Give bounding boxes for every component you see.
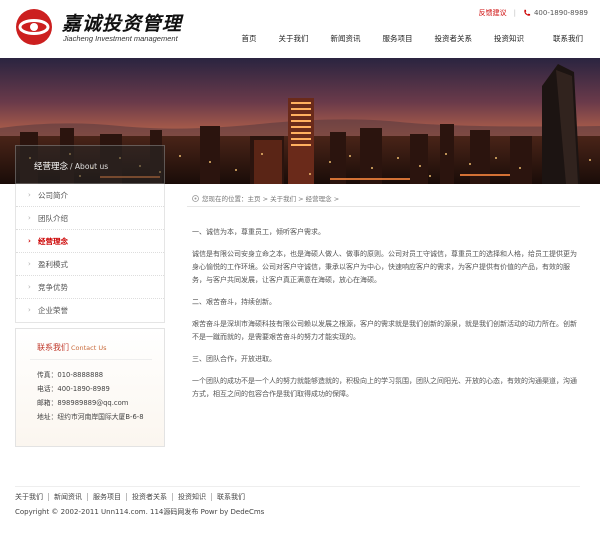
nav-investment-knowledge[interactable]: 投资知识: [483, 33, 535, 44]
sidebar-title-cn: 经营理念: [34, 162, 69, 172]
sidebar-title: 经营理念 / About us: [34, 160, 108, 172]
article-paragraph-2: 艰苦奋斗是深圳市海硕科技有限公司赖以发展之根源，客户的需求就是我们创新的源泉，就…: [192, 320, 577, 341]
nav-services[interactable]: 服务项目: [372, 33, 424, 44]
sidebar-title-en: / About us: [70, 162, 109, 171]
contact-title-cn: 联系我们: [37, 343, 69, 352]
contact-title: 联系我们 Contact Us: [37, 342, 107, 353]
phone-number: 400-1890-8989: [533, 9, 588, 17]
contact-fax: 传真：010-8888888: [37, 371, 104, 379]
sidebar-header: 经营理念 / About us: [15, 145, 165, 184]
phone-icon: [524, 9, 531, 16]
footer-link-contact[interactable]: 联系我们: [212, 493, 250, 501]
chevron-right-icon: ›: [28, 260, 31, 268]
nav-home[interactable]: 首页: [231, 33, 268, 44]
footer-link-knowledge[interactable]: 投资知识: [173, 493, 212, 501]
sidebar-item-company-profile[interactable]: › 公司简介: [16, 184, 164, 207]
sidebar-item-team[interactable]: › 团队介绍: [16, 207, 164, 230]
chevron-right-icon: ›: [28, 237, 31, 245]
contact-tel: 电话：400-1890-8989: [37, 385, 110, 393]
sidebar-item-label: 公司简介: [38, 191, 68, 200]
nav-about[interactable]: 关于我们: [268, 33, 320, 44]
logo-title: 嘉诚投资管理: [62, 13, 183, 35]
footer-link-investor[interactable]: 投资者关系: [127, 493, 173, 501]
nav-investor-relations[interactable]: 投资者关系: [424, 33, 484, 44]
main-nav: 首页 关于我们 新闻资讯 服务项目 投资者关系 投资知识 联系我们: [231, 33, 595, 44]
nav-contact[interactable]: 联系我们: [535, 33, 594, 44]
divider: [30, 359, 152, 360]
sidebar-item-advantages[interactable]: › 竞争优势: [16, 276, 164, 299]
chevron-right-icon: ›: [28, 214, 31, 222]
article-paragraph-1: 诚信是有限公司安身立命之本，也是海硕人做人、做事的原则。公司对员工守诚信，尊重员…: [192, 250, 577, 284]
divider: |: [513, 9, 516, 17]
sidebar-nav: › 公司简介 › 团队介绍 › 经营理念 › 盈利模式 › 竞争优势 › 企业荣誉: [15, 184, 165, 323]
article-heading-2: 二、艰苦奋斗，持续创新。: [192, 298, 276, 306]
article-paragraph-3: 一个团队的成功不是一个人的努力就能够造就的，积极向上的学习氛围，团队之间阳光、开…: [192, 377, 577, 398]
contact-title-en: Contact Us: [71, 344, 107, 352]
article-body: 一、诚信为本，尊重员工，倾听客户需求。 诚信是有限公司安身立命之本，也是海硕人做…: [192, 226, 580, 410]
chevron-right-icon: ›: [28, 283, 31, 291]
contact-box: 联系我们 Contact Us 传真：010-8888888 电话：400-189…: [15, 328, 165, 447]
footer-link-about[interactable]: 关于我们: [15, 493, 49, 501]
footer-link-services[interactable]: 服务项目: [88, 493, 127, 501]
top-links: 反馈建议 | 400-1890-8989: [479, 8, 588, 18]
hotline: 400-1890-8989: [523, 9, 588, 17]
nav-news[interactable]: 新闻资讯: [320, 33, 372, 44]
sidebar-item-label: 企业荣誉: [38, 306, 68, 315]
location-icon: [192, 194, 199, 202]
breadcrumb-text[interactable]: 您现在的位置：主页 > 关于我们 > 经营理念 >: [202, 193, 339, 203]
footer-links: 关于我们 新闻资讯 服务项目 投资者关系 投资知识 联系我们: [15, 493, 250, 501]
copyright: Copyright © 2002-2011 Unn114.com. 114源码网…: [15, 508, 265, 516]
chevron-right-icon: ›: [28, 306, 31, 314]
feedback-link[interactable]: 反馈建议: [479, 8, 507, 18]
contact-email[interactable]: 邮箱：898989889@qq.com: [37, 397, 128, 407]
divider: [15, 486, 580, 487]
header: 嘉诚投资管理 Jiacheng Investment management 反馈…: [0, 0, 600, 58]
sidebar-item-profit-model[interactable]: › 盈利模式: [16, 253, 164, 276]
breadcrumb: 您现在的位置：主页 > 关于我们 > 经营理念 >: [192, 193, 339, 203]
contact-address: 地址：纽约市河南岸国际大厦B-6-8: [37, 413, 144, 421]
article-heading-3: 三、团队合作，开放进取。: [192, 355, 276, 363]
article-heading-1: 一、诚信为本，尊重员工，倾听客户需求。: [192, 228, 325, 236]
sidebar-item-honors[interactable]: › 企业荣誉: [16, 299, 164, 322]
logo-icon[interactable]: [15, 8, 53, 46]
chevron-right-icon: ›: [28, 191, 31, 199]
sidebar-item-label: 团队介绍: [38, 214, 68, 223]
divider: [187, 206, 580, 207]
sidebar-item-label: 竞争优势: [38, 283, 68, 292]
footer-link-news[interactable]: 新闻资讯: [49, 493, 88, 501]
logo-subtitle: Jiacheng Investment management: [63, 34, 178, 43]
sidebar-item-label: 经营理念: [38, 237, 68, 246]
sidebar-item-philosophy[interactable]: › 经营理念: [16, 230, 164, 253]
sidebar-item-label: 盈利模式: [38, 260, 68, 269]
